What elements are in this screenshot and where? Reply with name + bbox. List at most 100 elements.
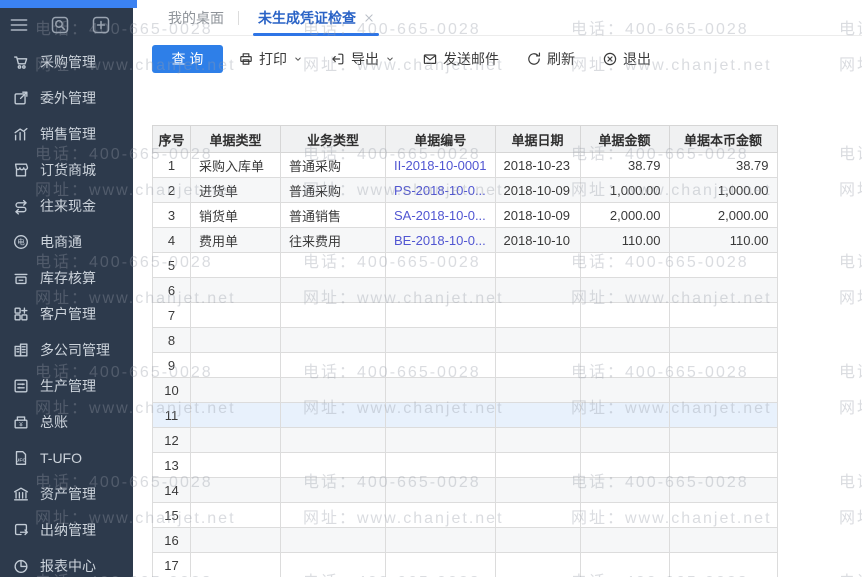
cell-doc_no[interactable]: SA-2018-10-0... <box>386 203 496 228</box>
cell-seq[interactable]: 14 <box>153 478 191 503</box>
cell-amount[interactable] <box>580 553 669 577</box>
cell-biz_type[interactable] <box>281 428 386 453</box>
cell-doc_type[interactable]: 费用单 <box>191 228 281 253</box>
column-header-doc_no[interactable]: 单据编号 <box>386 126 496 153</box>
cell-doc_no[interactable] <box>386 328 496 353</box>
cell-doc_type[interactable] <box>191 453 281 478</box>
cell-seq[interactable]: 15 <box>153 503 191 528</box>
cell-amount_base[interactable] <box>669 553 777 577</box>
cell-doc_no[interactable] <box>386 553 496 577</box>
cell-amount[interactable] <box>580 353 669 378</box>
cell-seq[interactable]: 2 <box>153 178 191 203</box>
close-icon[interactable] <box>364 13 374 23</box>
cell-seq[interactable]: 8 <box>153 328 191 353</box>
cell-amount[interactable] <box>580 453 669 478</box>
cell-biz_type[interactable] <box>281 403 386 428</box>
cell-doc_type[interactable] <box>191 303 281 328</box>
cell-amount_base[interactable]: 2,000.00 <box>669 203 777 228</box>
cell-amount[interactable] <box>580 253 669 278</box>
search-icon[interactable] <box>50 15 70 35</box>
cell-doc_date[interactable] <box>495 553 580 577</box>
refresh-button[interactable]: 刷新 <box>526 49 575 69</box>
cell-doc_type[interactable] <box>191 503 281 528</box>
tab-voucher-check[interactable]: 未生成凭证检查 <box>253 0 379 35</box>
cell-doc_no[interactable] <box>386 278 496 303</box>
cell-biz_type[interactable] <box>281 353 386 378</box>
cell-doc_type[interactable] <box>191 278 281 303</box>
cell-amount[interactable] <box>580 278 669 303</box>
sidebar-item-assets[interactable]: 资产管理 <box>0 476 133 512</box>
cell-doc_type[interactable] <box>191 478 281 503</box>
cell-seq[interactable]: 9 <box>153 353 191 378</box>
table-row[interactable]: 5 <box>153 253 778 278</box>
cell-amount_base[interactable] <box>669 428 777 453</box>
cell-doc_date[interactable]: 2018-10-09 <box>495 203 580 228</box>
cell-doc_no[interactable]: BE-2018-10-0... <box>386 228 496 253</box>
cell-doc_type[interactable] <box>191 403 281 428</box>
table-row[interactable]: 17 <box>153 553 778 577</box>
table-row[interactable]: 10 <box>153 378 778 403</box>
table-row[interactable]: 7 <box>153 303 778 328</box>
cell-doc_date[interactable]: 2018-10-10 <box>495 228 580 253</box>
cell-biz_type[interactable] <box>281 478 386 503</box>
query-button[interactable]: 查 询 <box>152 45 223 73</box>
cell-biz_type[interactable] <box>281 528 386 553</box>
cell-amount_base[interactable] <box>669 303 777 328</box>
cell-amount_base[interactable] <box>669 378 777 403</box>
cell-doc_no[interactable] <box>386 403 496 428</box>
sidebar-item-inventory-accounting[interactable]: 库存核算 <box>0 260 133 296</box>
cell-amount[interactable]: 110.00 <box>580 228 669 253</box>
sidebar-item-sales[interactable]: 销售管理 <box>0 116 133 152</box>
cell-amount[interactable]: 1,000.00 <box>580 178 669 203</box>
cell-biz_type[interactable] <box>281 553 386 577</box>
table-row[interactable]: 13 <box>153 453 778 478</box>
table-row[interactable]: 9 <box>153 353 778 378</box>
cell-doc_type[interactable] <box>191 378 281 403</box>
cell-amount_base[interactable] <box>669 353 777 378</box>
table-row[interactable]: 2进货单普通采购PS-2018-10-0...2018-10-091,000.0… <box>153 178 778 203</box>
cell-doc_date[interactable] <box>495 278 580 303</box>
sidebar-item-general-ledger[interactable]: ¥总账 <box>0 404 133 440</box>
cell-seq[interactable]: 12 <box>153 428 191 453</box>
cell-doc_no[interactable] <box>386 453 496 478</box>
cell-doc_date[interactable] <box>495 303 580 328</box>
table-row[interactable]: 12 <box>153 428 778 453</box>
cell-biz_type[interactable] <box>281 453 386 478</box>
cell-seq[interactable]: 3 <box>153 203 191 228</box>
table-row[interactable]: 3销货单普通销售SA-2018-10-0...2018-10-092,000.0… <box>153 203 778 228</box>
table-row[interactable]: 8 <box>153 328 778 353</box>
cell-seq[interactable]: 16 <box>153 528 191 553</box>
column-header-doc_date[interactable]: 单据日期 <box>495 126 580 153</box>
cell-doc_no[interactable] <box>386 378 496 403</box>
cell-amount_base[interactable] <box>669 253 777 278</box>
cell-doc_type[interactable] <box>191 528 281 553</box>
cell-amount[interactable] <box>580 428 669 453</box>
cell-doc_type[interactable] <box>191 428 281 453</box>
cell-doc_date[interactable] <box>495 403 580 428</box>
export-button[interactable]: 导出 <box>330 49 395 69</box>
cell-amount_base[interactable] <box>669 503 777 528</box>
cell-doc_no[interactable] <box>386 478 496 503</box>
cell-seq[interactable]: 17 <box>153 553 191 577</box>
table-row[interactable]: 16 <box>153 528 778 553</box>
cell-doc_date[interactable] <box>495 428 580 453</box>
cell-doc_no[interactable]: PS-2018-10-0... <box>386 178 496 203</box>
cell-seq[interactable]: 1 <box>153 153 191 178</box>
cell-doc_type[interactable]: 采购入库单 <box>191 153 281 178</box>
cell-amount_base[interactable] <box>669 528 777 553</box>
column-header-amount[interactable]: 单据金额 <box>580 126 669 153</box>
cell-biz_type[interactable]: 普通销售 <box>281 203 386 228</box>
column-header-biz_type[interactable]: 业务类型 <box>281 126 386 153</box>
cell-amount[interactable] <box>580 328 669 353</box>
cell-seq[interactable]: 5 <box>153 253 191 278</box>
cell-seq[interactable]: 4 <box>153 228 191 253</box>
table-row[interactable]: 11 <box>153 403 778 428</box>
cell-amount[interactable] <box>580 478 669 503</box>
cell-seq[interactable]: 7 <box>153 303 191 328</box>
cell-amount[interactable] <box>580 303 669 328</box>
cell-doc_no[interactable] <box>386 303 496 328</box>
cell-amount[interactable]: 38.79 <box>580 153 669 178</box>
cell-doc_date[interactable] <box>495 478 580 503</box>
cell-doc_type[interactable] <box>191 328 281 353</box>
cell-doc_date[interactable] <box>495 253 580 278</box>
